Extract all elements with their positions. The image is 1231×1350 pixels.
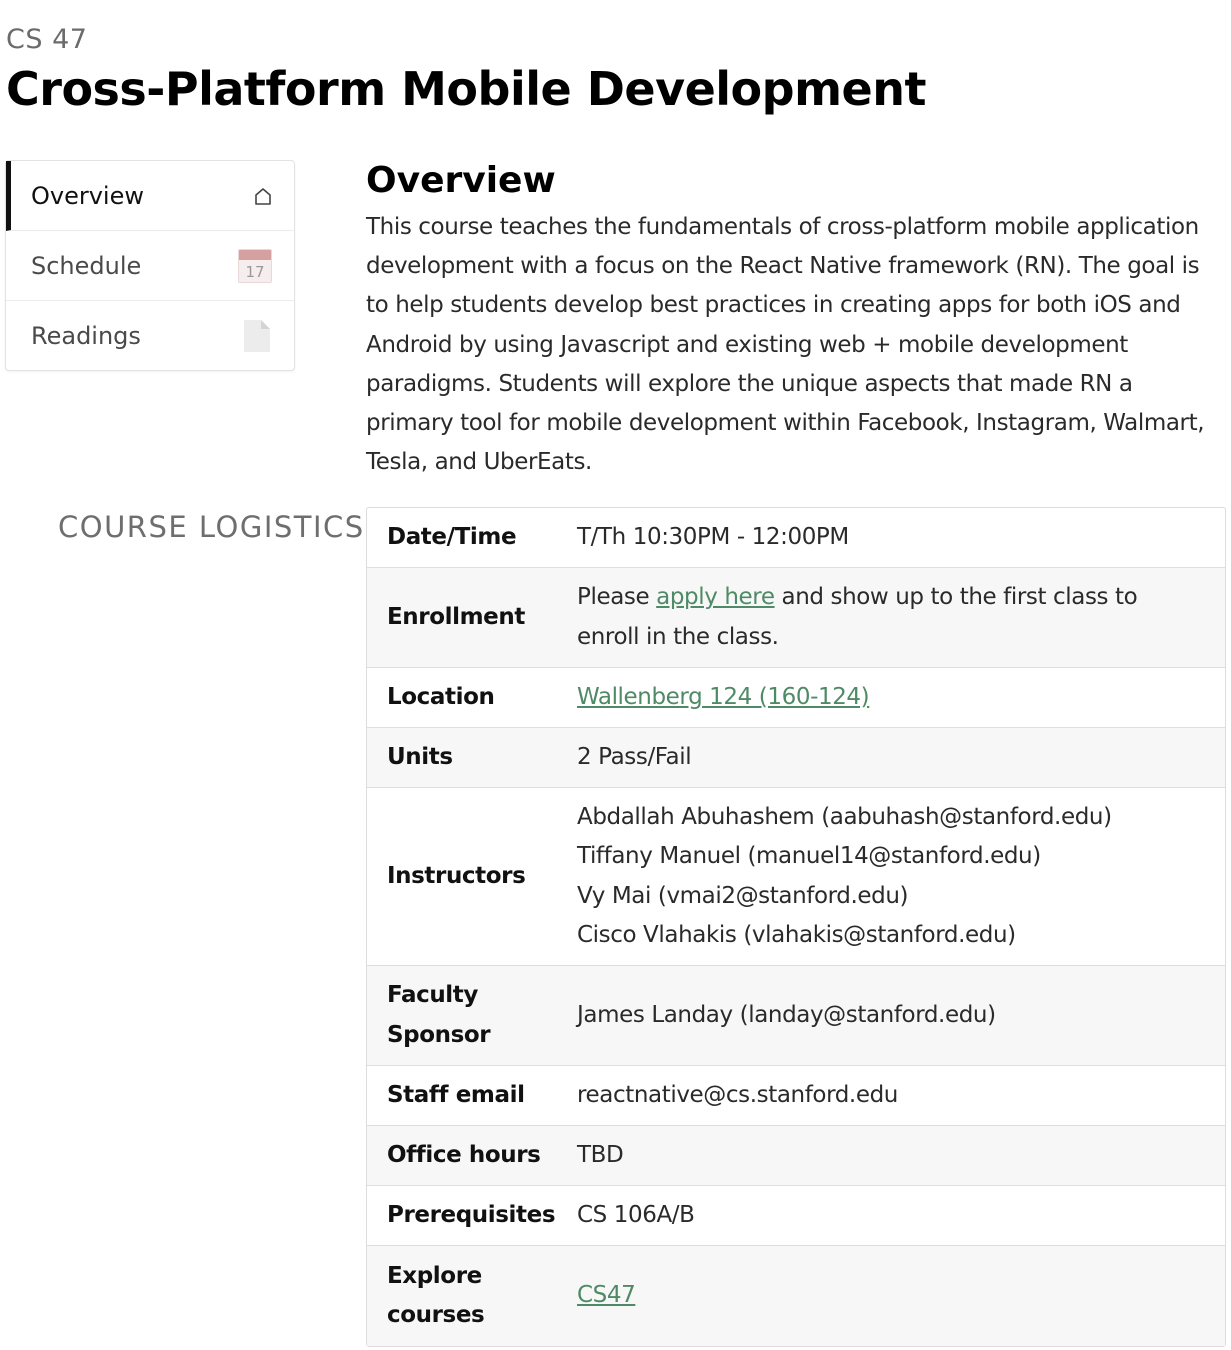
row-label: Prerequisites xyxy=(367,1186,557,1246)
row-label: Explore courses xyxy=(367,1246,557,1346)
table-row: Prerequisites CS 106A/B xyxy=(367,1186,1225,1246)
overview-heading: Overview xyxy=(366,160,556,201)
table-row: Instructors Abdallah Abuhashem (aabuhash… xyxy=(367,788,1225,966)
instructor-entry: Abdallah Abuhashem (aabuhash@stanford.ed… xyxy=(577,804,1112,831)
row-label: Office hours xyxy=(367,1126,557,1186)
instructor-entry: Vy Mai (vmai2@stanford.edu) xyxy=(577,882,909,909)
explore-courses-value: CS47 xyxy=(557,1246,1225,1346)
table-row: Enrollment Please apply here and show up… xyxy=(367,568,1225,668)
row-label: Staff email xyxy=(367,1066,557,1126)
units-value: 2 Pass/Fail xyxy=(557,728,1225,788)
row-label: Faculty Sponsor xyxy=(367,966,557,1066)
sidebar-item-label: Overview xyxy=(31,181,144,210)
apply-here-link[interactable]: apply here xyxy=(656,584,775,610)
sidebar-nav: Overview Schedule 17 Readings xyxy=(5,160,295,371)
location-value: Wallenberg 124 (160-124) xyxy=(557,668,1225,728)
table-row: Office hours TBD xyxy=(367,1126,1225,1186)
faculty-sponsor-value: James Landay (landay@stanford.edu) xyxy=(557,966,1225,1066)
calendar-day-number: 17 xyxy=(245,262,265,281)
table-row: Faculty Sponsor James Landay (landay@sta… xyxy=(367,966,1225,1066)
table-row: Explore courses CS47 xyxy=(367,1246,1225,1346)
table-row: Location Wallenberg 124 (160-124) xyxy=(367,668,1225,728)
sidebar-item-label: Readings xyxy=(31,322,141,350)
datetime-value: T/Th 10:30PM - 12:00PM xyxy=(557,508,1225,568)
location-link[interactable]: Wallenberg 124 (160-124) xyxy=(577,684,870,710)
office-hours-value: TBD xyxy=(557,1126,1225,1186)
document-icon xyxy=(242,319,272,353)
course-code: CS 47 xyxy=(6,24,88,55)
sidebar-item-overview[interactable]: Overview xyxy=(6,161,294,231)
row-label: Location xyxy=(367,668,557,728)
instructor-entry: Cisco Vlahakis (vlahakis@stanford.edu) xyxy=(577,921,1016,948)
course-title: Cross-Platform Mobile Development xyxy=(6,62,926,116)
explore-courses-link[interactable]: CS47 xyxy=(577,1282,636,1308)
logistics-table: Date/Time T/Th 10:30PM - 12:00PM Enrollm… xyxy=(366,507,1226,1347)
sidebar-item-readings[interactable]: Readings xyxy=(6,301,294,371)
course-logistics-label: COURSE LOGISTICS xyxy=(58,510,365,544)
table-row: Units 2 Pass/Fail xyxy=(367,728,1225,788)
enrollment-value: Please apply here and show up to the fir… xyxy=(557,568,1225,668)
prerequisites-value: CS 106A/B xyxy=(557,1186,1225,1246)
table-row: Staff email reactnative@cs.stanford.edu xyxy=(367,1066,1225,1126)
overview-description: This course teaches the fundamentals of … xyxy=(366,214,1205,476)
sidebar-item-label: Schedule xyxy=(31,251,142,280)
table-row: Date/Time T/Th 10:30PM - 12:00PM xyxy=(367,508,1225,568)
row-label: Instructors xyxy=(367,788,557,966)
instructors-value: Abdallah Abuhashem (aabuhash@stanford.ed… xyxy=(557,788,1225,966)
staff-email-value: reactnative@cs.stanford.edu xyxy=(557,1066,1225,1126)
home-icon xyxy=(254,186,272,206)
enrollment-prefix: Please xyxy=(577,584,657,611)
row-label: Date/Time xyxy=(367,508,557,568)
instructor-entry: Tiffany Manuel (manuel14@stanford.edu) xyxy=(577,843,1041,870)
row-label: Units xyxy=(367,728,557,788)
sidebar-item-schedule[interactable]: Schedule 17 xyxy=(6,231,294,301)
row-label: Enrollment xyxy=(367,568,557,668)
calendar-icon: 17 xyxy=(238,248,272,283)
